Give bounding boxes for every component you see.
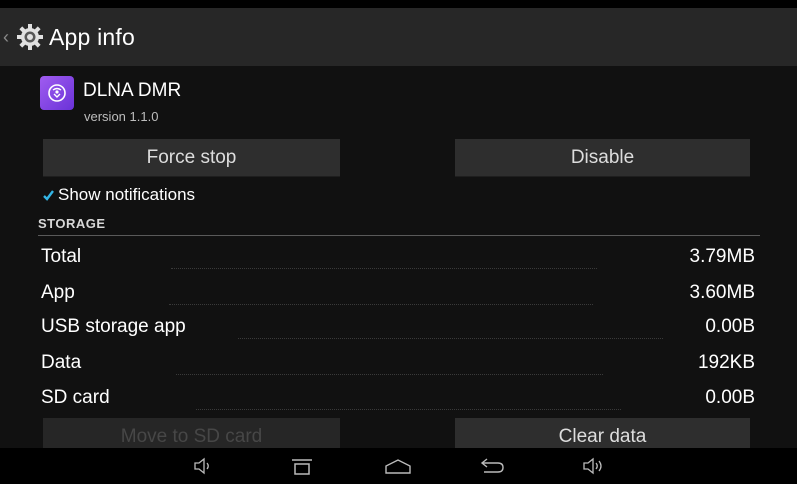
volume-up-icon[interactable] (582, 456, 608, 476)
page-title: App info (49, 23, 135, 50)
storage-row-usb-storage-app: USB storage app 0.00B (41, 316, 755, 346)
disable-button[interactable]: Disable (455, 139, 750, 177)
storage-row-value: 0.00B (705, 316, 755, 337)
navigation-bar (0, 448, 797, 484)
app-header: DLNA DMR version 1.1.0 (40, 76, 181, 124)
dotted-leader (169, 304, 593, 305)
storage-row-label: App (41, 282, 75, 303)
show-notifications-label: Show notifications (58, 185, 196, 204)
storage-row-sd-card: SD card 0.00B (41, 387, 755, 417)
app-info-content: DLNA DMR version 1.1.0 Force stop Disabl… (0, 66, 797, 456)
dotted-leader (196, 409, 621, 410)
action-bar: ‹ App info (0, 8, 797, 66)
back-icon[interactable] (478, 456, 506, 476)
dlna-app-icon (40, 76, 74, 110)
storage-row-app: App 3.60MB (41, 282, 755, 312)
app-name: DLNA DMR (83, 80, 182, 101)
dotted-leader (238, 338, 663, 339)
storage-section-header: STORAGE (38, 216, 760, 236)
checkmark-icon (43, 189, 54, 201)
storage-row-label: Data (41, 352, 82, 373)
recent-apps-icon[interactable] (289, 456, 315, 476)
storage-row-value: 0.00B (705, 387, 755, 408)
status-strip (0, 0, 797, 8)
storage-row-label: USB storage app (41, 316, 186, 337)
force-stop-button[interactable]: Force stop (43, 139, 340, 177)
home-icon[interactable] (383, 456, 413, 476)
storage-row-value: 192KB (697, 352, 755, 373)
storage-row-value: 3.79MB (689, 246, 755, 267)
app-info-screen: ‹ App info DLNA DMR version 1.1.0 Force … (0, 0, 797, 484)
storage-row-total: Total 3.79MB (41, 246, 755, 276)
back-chevron-icon[interactable]: ‹ (3, 27, 13, 48)
app-version: version 1.1.0 (84, 109, 159, 124)
dotted-leader (176, 374, 603, 375)
storage-row-value: 3.60MB (689, 282, 755, 303)
volume-down-icon[interactable] (193, 456, 215, 476)
storage-row-label: SD card (41, 387, 110, 408)
settings-gear-icon[interactable] (15, 22, 45, 52)
storage-row-data: Data 192KB (41, 352, 755, 382)
show-notifications-checkbox[interactable]: Show notifications (43, 185, 195, 205)
storage-row-label: Total (41, 246, 82, 267)
dotted-leader (171, 268, 597, 269)
